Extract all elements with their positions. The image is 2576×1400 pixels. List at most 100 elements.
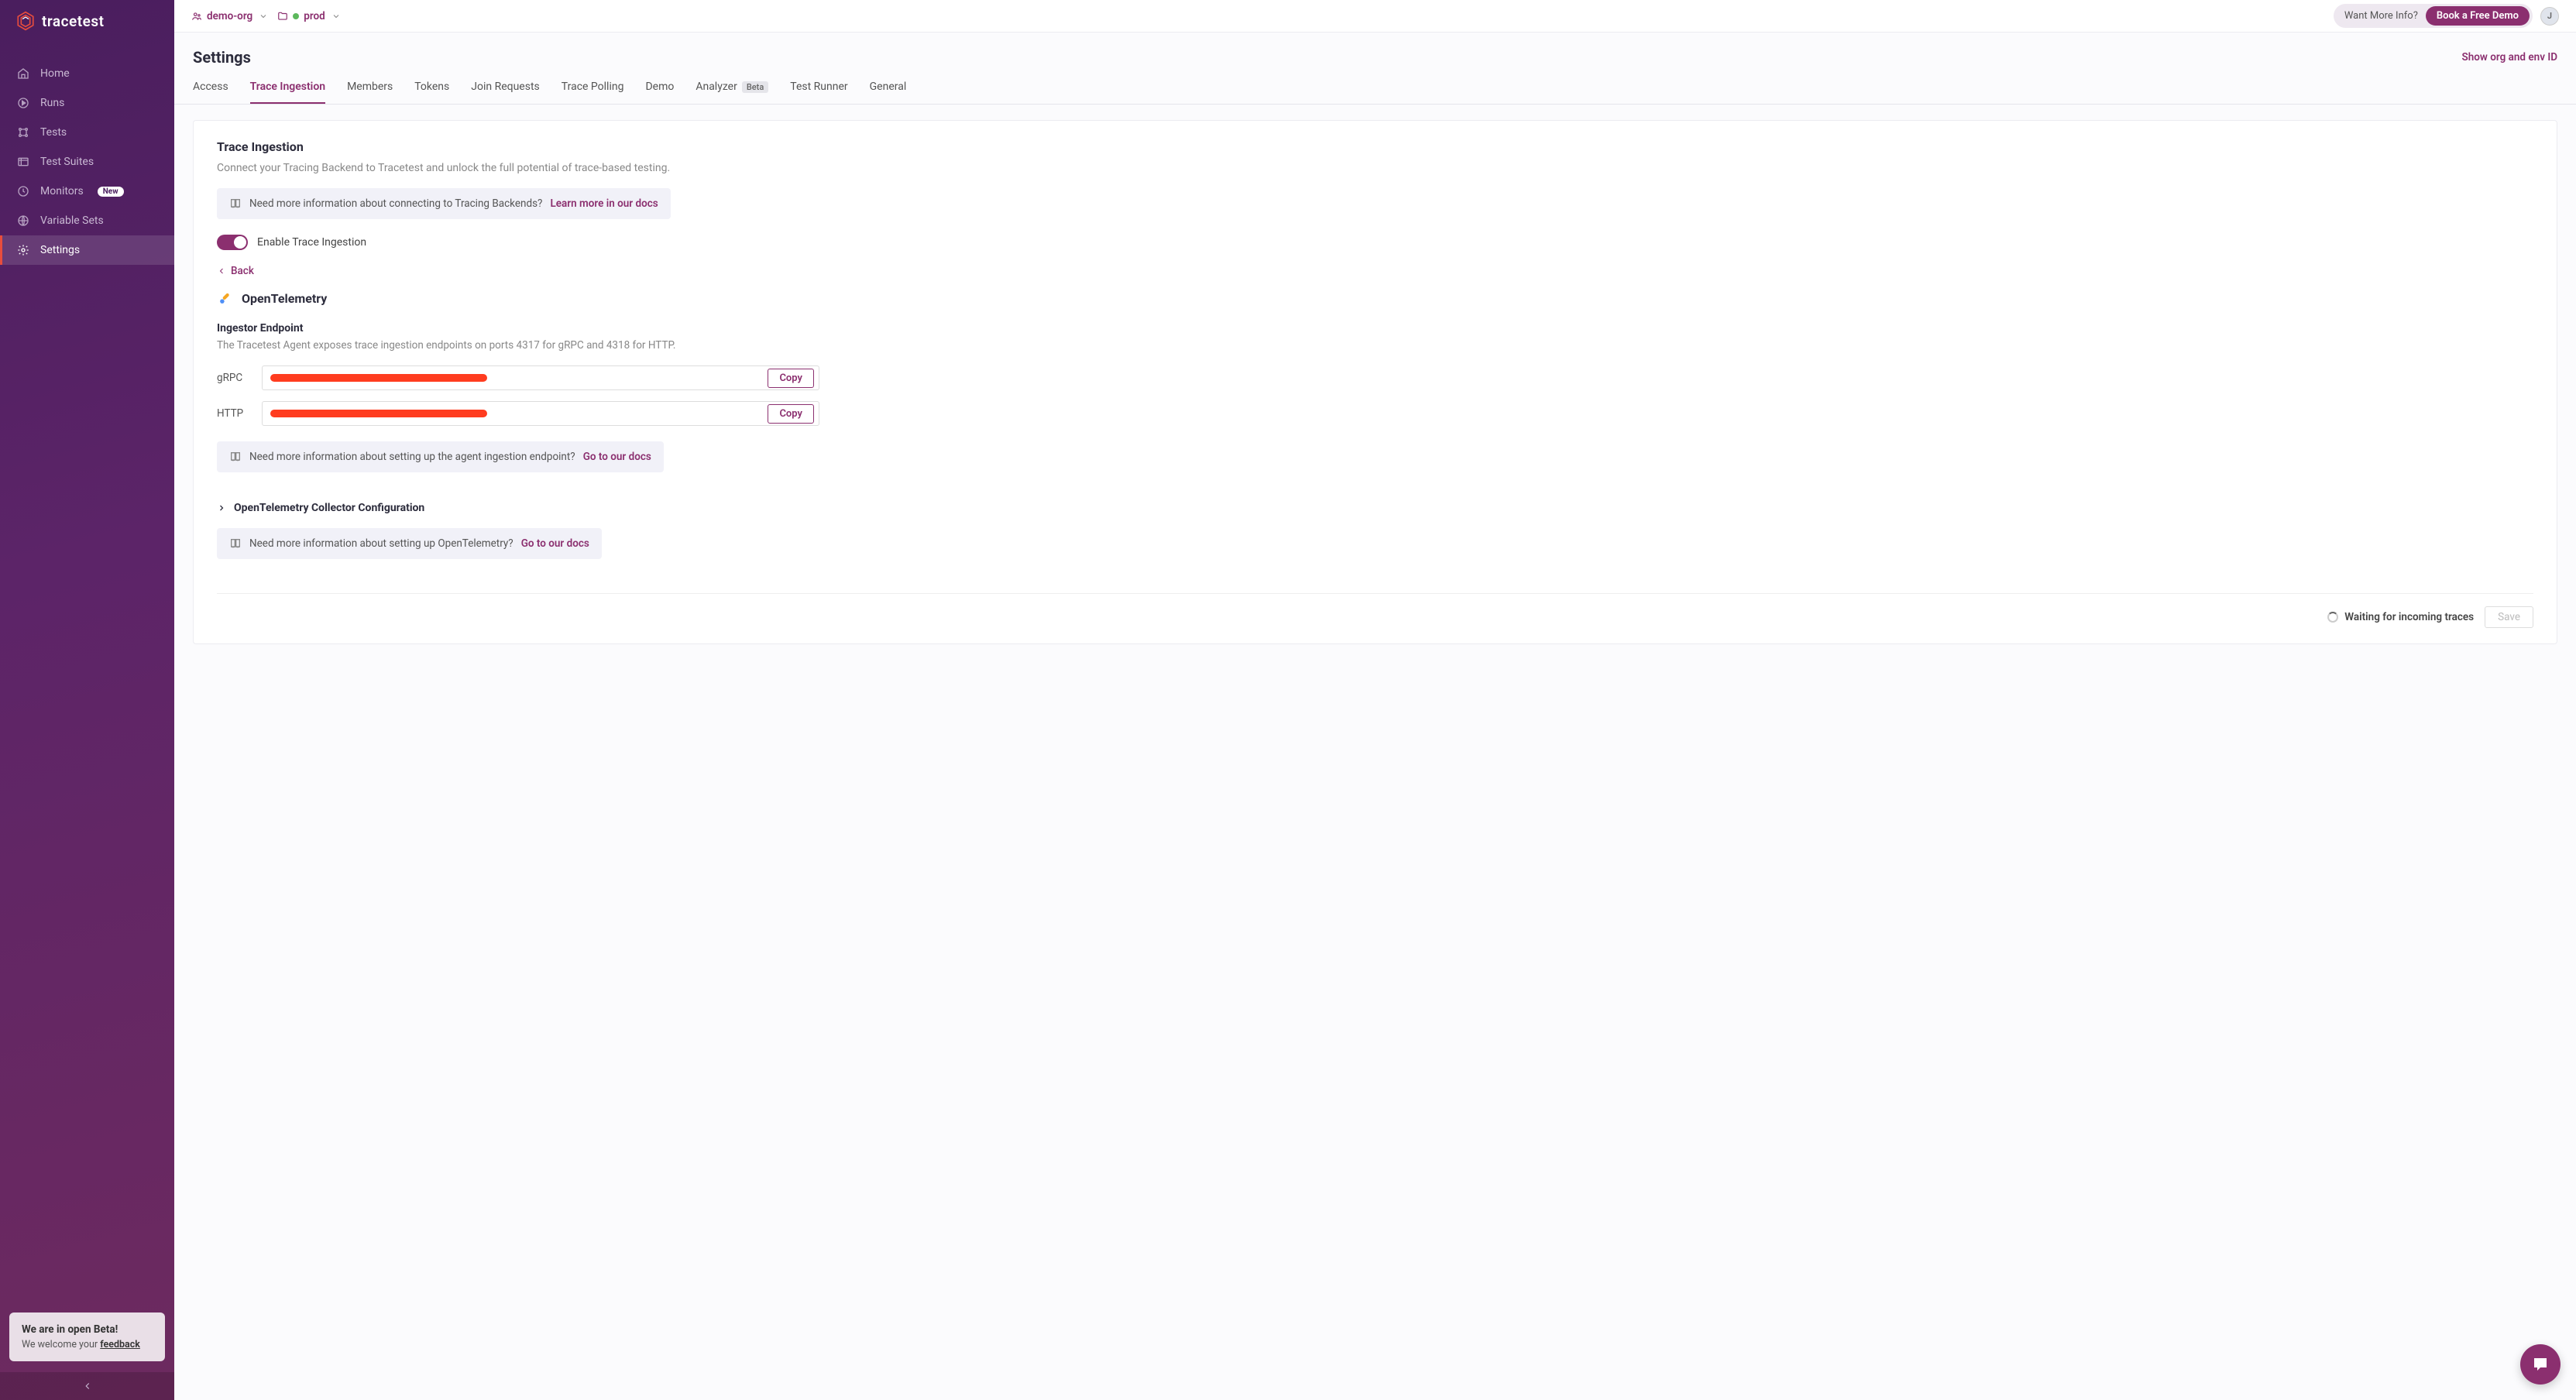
- book-icon: [229, 197, 242, 210]
- new-badge: New: [98, 187, 124, 197]
- chat-button[interactable]: [2520, 1344, 2561, 1385]
- tab-tokens[interactable]: Tokens: [414, 81, 449, 104]
- tab-members[interactable]: Members: [347, 81, 393, 104]
- info-banner-agent: Need more information about setting up t…: [217, 441, 664, 472]
- grpc-value-redacted: [270, 374, 487, 382]
- env-name: prod: [304, 10, 325, 22]
- sidebar-item-label: Runs: [40, 97, 64, 109]
- home-icon: [17, 67, 29, 80]
- http-endpoint-row: HTTP Copy: [217, 401, 2533, 426]
- http-input[interactable]: Copy: [262, 401, 819, 426]
- waiting-status: Waiting for incoming traces: [2327, 611, 2474, 623]
- topbar: demo-org prod Want More Info? Book a Fre…: [174, 0, 2576, 33]
- chevron-right-icon: [217, 503, 226, 513]
- enable-ingestion-toggle[interactable]: [217, 235, 248, 250]
- avatar[interactable]: J: [2540, 7, 2559, 26]
- copy-http-button[interactable]: Copy: [768, 404, 814, 424]
- grpc-input[interactable]: Copy: [262, 365, 819, 390]
- sidebar-item-label: Variable Sets: [40, 214, 104, 227]
- ingestor-title: Ingestor Endpoint: [217, 322, 2533, 335]
- nav: Home Runs Tests Test Suites Monitors New…: [0, 42, 174, 265]
- org-selector[interactable]: demo-org: [191, 10, 268, 22]
- collector-config-expand[interactable]: OpenTelemetry Collector Configuration: [217, 502, 2533, 514]
- opentelemetry-title: OpenTelemetry: [242, 291, 327, 306]
- sidebar-item-home[interactable]: Home: [0, 59, 174, 88]
- runs-icon: [17, 97, 29, 109]
- info-banner-backends: Need more information about connecting t…: [217, 188, 671, 219]
- back-link[interactable]: Back: [217, 265, 254, 277]
- panel-footer: Waiting for incoming traces Save: [217, 593, 2533, 628]
- opentelemetry-icon: [217, 290, 234, 307]
- http-label: HTTP: [217, 407, 249, 420]
- chevron-down-icon: [259, 12, 268, 21]
- spinner-icon: [2327, 612, 2338, 623]
- tab-join-requests[interactable]: Join Requests: [471, 81, 540, 104]
- sidebar-item-label: Home: [40, 67, 70, 80]
- ingestor-description: The Tracetest Agent exposes trace ingest…: [217, 339, 2533, 352]
- info-banner-ot: Need more information about setting up O…: [217, 528, 602, 559]
- env-selector[interactable]: prod: [277, 10, 341, 22]
- info-text: Want More Info?: [2344, 10, 2418, 22]
- book-icon: [229, 451, 242, 463]
- logo-text: tracetest: [42, 12, 105, 30]
- info-pill: Want More Info? Book a Free Demo: [2334, 4, 2533, 28]
- beta-badge: Beta: [742, 81, 768, 93]
- chevron-left-icon: [217, 266, 226, 276]
- book-icon: [229, 537, 242, 550]
- sidebar-item-runs[interactable]: Runs: [0, 88, 174, 118]
- save-button[interactable]: Save: [2485, 606, 2533, 628]
- sidebar-item-tests[interactable]: Tests: [0, 118, 174, 147]
- main: demo-org prod Want More Info? Book a Fre…: [174, 0, 2576, 1400]
- show-ids-link[interactable]: Show org and env ID: [2462, 51, 2558, 63]
- chat-icon: [2531, 1355, 2550, 1374]
- tests-icon: [17, 126, 29, 139]
- feedback-link[interactable]: feedback: [100, 1339, 140, 1350]
- tab-demo[interactable]: Demo: [645, 81, 674, 104]
- sidebar-item-label: Test Suites: [40, 156, 94, 168]
- sidebar-item-monitors[interactable]: Monitors New: [0, 177, 174, 206]
- section-title: Trace Ingestion: [217, 139, 2533, 154]
- copy-grpc-button[interactable]: Copy: [768, 369, 814, 388]
- trace-ingestion-panel: Trace Ingestion Connect your Tracing Bac…: [193, 120, 2557, 644]
- monitors-icon: [17, 185, 29, 197]
- tab-general[interactable]: General: [870, 81, 907, 104]
- gear-icon: [17, 244, 29, 256]
- tab-test-runner[interactable]: Test Runner: [790, 81, 847, 104]
- content: Settings Show org and env ID Access Trac…: [174, 33, 2576, 1400]
- tabs: Access Trace Ingestion Members Tokens Jo…: [174, 67, 2576, 105]
- sidebar-item-label: Monitors: [40, 185, 84, 197]
- toggle-row: Enable Trace Ingestion: [217, 235, 2533, 250]
- logo-icon: [15, 11, 36, 31]
- section-description: Connect your Tracing Backend to Tracetes…: [217, 162, 2533, 174]
- tab-trace-ingestion[interactable]: Trace Ingestion: [250, 81, 325, 104]
- sidebar-item-settings[interactable]: Settings: [0, 235, 174, 265]
- logo[interactable]: tracetest: [0, 0, 174, 42]
- sidebar: tracetest Home Runs Tests Test Suites Mo…: [0, 0, 174, 1400]
- tab-analyzer[interactable]: AnalyzerBeta: [696, 81, 768, 104]
- page-title: Settings: [193, 48, 251, 67]
- grpc-endpoint-row: gRPC Copy: [217, 365, 2533, 390]
- beta-title: We are in open Beta!: [22, 1323, 153, 1336]
- sidebar-item-label: Settings: [40, 244, 80, 256]
- chevron-down-icon: [331, 12, 341, 21]
- sidebar-item-label: Tests: [40, 126, 67, 139]
- collapse-sidebar-button[interactable]: [0, 1372, 174, 1400]
- chevron-left-icon: [82, 1381, 93, 1391]
- book-demo-button[interactable]: Book a Free Demo: [2426, 6, 2530, 26]
- beta-box: We are in open Beta! We welcome your fee…: [9, 1312, 165, 1361]
- sidebar-item-variable-sets[interactable]: Variable Sets: [0, 206, 174, 235]
- http-value-redacted: [270, 410, 487, 417]
- toggle-label: Enable Trace Ingestion: [257, 236, 366, 249]
- folder-icon: [277, 11, 288, 22]
- org-name: demo-org: [207, 10, 252, 22]
- tab-access[interactable]: Access: [193, 81, 228, 104]
- sidebar-item-test-suites[interactable]: Test Suites: [0, 147, 174, 177]
- env-status-icon: [293, 13, 299, 19]
- beta-subtitle: We welcome your feedback: [22, 1339, 153, 1350]
- learn-more-link[interactable]: Learn more in our docs: [550, 197, 658, 210]
- ot-docs-link[interactable]: Go to our docs: [521, 537, 589, 550]
- agent-docs-link[interactable]: Go to our docs: [583, 451, 651, 463]
- grpc-label: gRPC: [217, 372, 249, 384]
- variables-icon: [17, 214, 29, 227]
- tab-trace-polling[interactable]: Trace Polling: [562, 81, 624, 104]
